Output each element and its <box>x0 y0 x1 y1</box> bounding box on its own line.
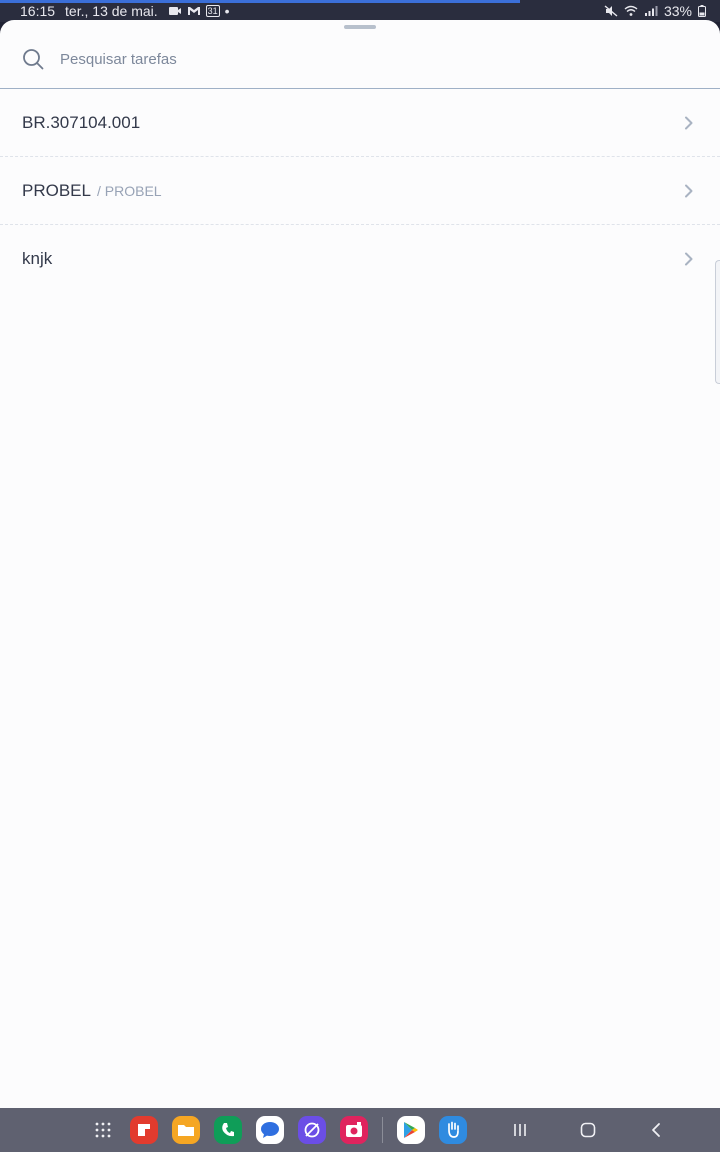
task-picker-sheet: BR.307104.001 PROBEL / PROBEL knjk <box>0 20 720 1108</box>
messages-icon[interactable] <box>256 1116 284 1144</box>
internet-icon[interactable] <box>298 1116 326 1144</box>
drag-handle[interactable] <box>344 25 376 29</box>
recents-icon <box>514 1124 526 1136</box>
task-list: BR.307104.001 PROBEL / PROBEL knjk <box>0 89 720 292</box>
mute-icon <box>604 5 618 17</box>
task-item-knjk[interactable]: knjk <box>0 225 720 292</box>
calendar-icon: 31 <box>205 5 220 17</box>
status-bar: 16:15 ter., 13 de mai. 31 • 33% <box>0 0 720 22</box>
task-subtitle: / PROBEL <box>96 183 162 199</box>
battery-icon <box>698 5 706 17</box>
edge-panel-handle[interactable] <box>715 260 720 384</box>
status-dot: • <box>224 3 230 19</box>
play-store-icon[interactable] <box>397 1116 425 1144</box>
task-item-probel[interactable]: PROBEL / PROBEL <box>0 157 720 225</box>
home-button[interactable] <box>575 1118 601 1142</box>
chevron-right-icon <box>685 184 693 198</box>
task-title: knjk <box>22 249 53 268</box>
gmail-icon <box>187 7 200 15</box>
home-icon <box>580 1122 596 1138</box>
apps-grid-icon[interactable] <box>90 1117 116 1143</box>
battery-percent: 33% <box>663 3 692 19</box>
search-icon <box>23 49 44 70</box>
flipboard-icon[interactable] <box>130 1116 158 1144</box>
back-icon <box>652 1123 660 1137</box>
search-bar <box>0 38 720 89</box>
nav-divider <box>382 1117 383 1143</box>
task-title: PROBEL <box>22 181 91 200</box>
phone-icon[interactable] <box>214 1116 242 1144</box>
wifi-icon <box>624 5 638 16</box>
back-button[interactable] <box>643 1118 669 1142</box>
chevron-right-icon <box>685 252 693 266</box>
video-icon <box>168 7 181 15</box>
chevron-right-icon <box>685 116 693 130</box>
task-title: BR.307104.001 <box>22 113 141 132</box>
hand-icon[interactable] <box>439 1116 467 1144</box>
camera-icon[interactable] <box>340 1116 368 1144</box>
recent-apps-button[interactable] <box>507 1118 533 1142</box>
task-item-br-307104-001[interactable]: BR.307104.001 <box>0 89 720 157</box>
folder-icon[interactable] <box>172 1116 200 1144</box>
signal-icon <box>644 6 658 16</box>
status-time: 16:15 <box>20 3 56 19</box>
status-date: ter., 13 de mai. <box>65 3 158 19</box>
search-input[interactable] <box>60 47 680 71</box>
navigation-bar <box>0 1108 720 1152</box>
